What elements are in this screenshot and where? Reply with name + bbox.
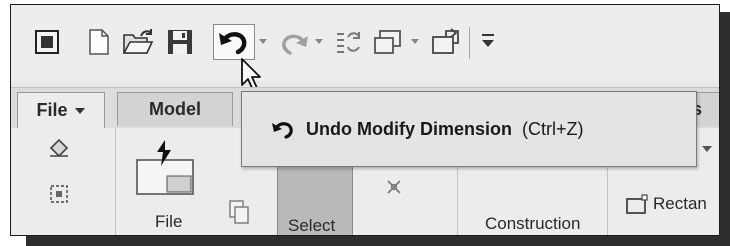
undo-button[interactable] (213, 24, 255, 60)
point-icon[interactable] (381, 174, 407, 200)
select-box-icon[interactable] (47, 182, 71, 206)
undo-tooltip: Undo Modify Dimension (Ctrl+Z) (241, 91, 697, 167)
customize-icon[interactable] (479, 31, 497, 61)
quick-access-toolbar (11, 5, 719, 91)
copy-icon[interactable] (227, 198, 251, 226)
file-dropdown-chevron-icon (74, 107, 85, 114)
redo-dropdown-chevron-icon[interactable] (313, 35, 325, 65)
save-icon[interactable] (165, 27, 195, 57)
new-file-icon[interactable] (85, 27, 113, 57)
tab-file-label: File (36, 100, 68, 120)
tab-file[interactable]: File (17, 92, 105, 128)
tooltip-shortcut: (Ctrl+Z) (522, 118, 584, 139)
screenshot-shadow-right (720, 12, 730, 246)
select-button-label: Select (288, 216, 336, 235)
window-icon[interactable] (33, 27, 63, 57)
windows-dropdown-chevron-icon[interactable] (409, 35, 421, 65)
construction-button-label[interactable]: Construction (485, 214, 580, 234)
tab-model-label: Model (149, 99, 201, 119)
windows-icon[interactable] (371, 27, 405, 57)
regenerate-icon[interactable] (333, 27, 363, 57)
redo-icon[interactable] (277, 27, 311, 57)
line-dropdown-chevron-icon[interactable] (701, 144, 713, 154)
regenerate-model-icon[interactable] (47, 134, 71, 160)
open-file-icon[interactable] (121, 27, 155, 57)
file-import-icon[interactable] (135, 138, 197, 196)
toolbar-divider (469, 27, 470, 59)
screenshot-shadow-bottom (26, 236, 730, 246)
rectangle-icon[interactable] (623, 192, 649, 218)
tab-model[interactable]: Model (117, 92, 233, 126)
undo-icon (219, 32, 247, 55)
app-window: File Model ols File (10, 4, 720, 236)
rectangle-button-label[interactable]: Rectan (653, 194, 707, 214)
ribbon-group-divider (115, 128, 116, 235)
undo-icon (272, 122, 293, 139)
tooltip-label: Undo Modify Dimension (306, 118, 512, 139)
file-button-label[interactable]: File (155, 212, 182, 232)
close-window-icon[interactable] (429, 27, 463, 57)
